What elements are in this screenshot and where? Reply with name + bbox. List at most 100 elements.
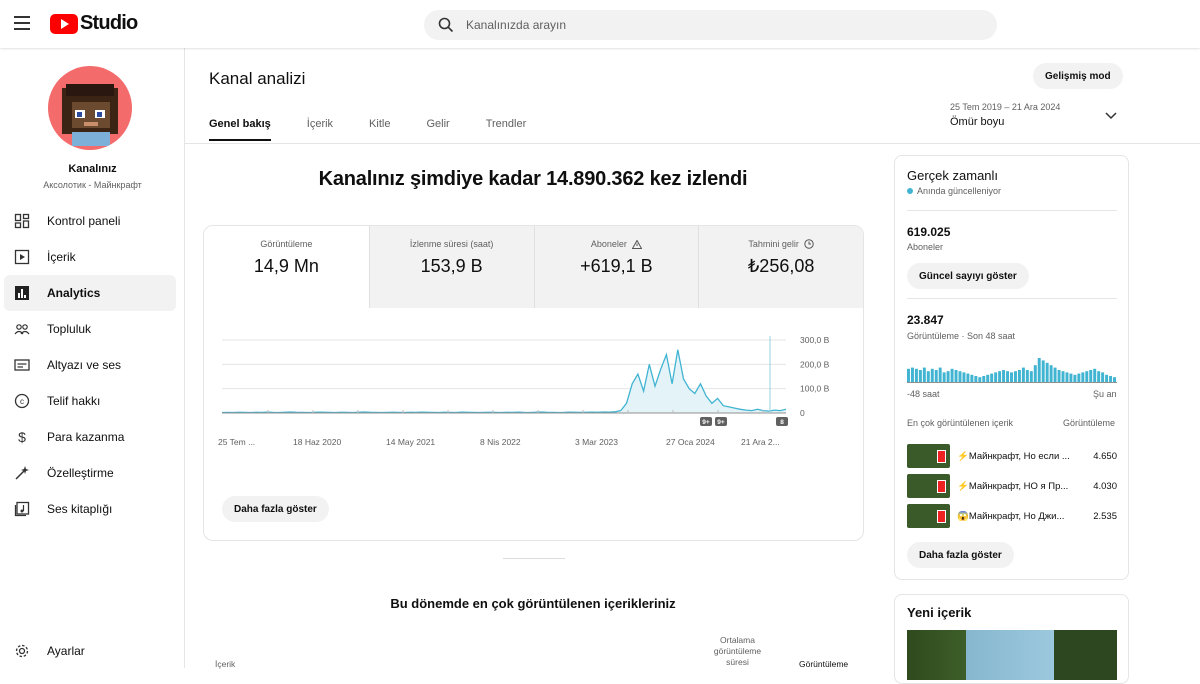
sidebar-item-label: Özelleştirme [47,466,114,480]
new-content-thumbnail[interactable] [907,630,1117,680]
sidebar-item-community[interactable]: Topluluk [4,311,176,347]
realtime-subscribers: 619.025 [907,225,951,239]
sidebar-item-earn[interactable]: $ Para kazanma [4,419,176,455]
y-tick-label: 200,0 B [800,359,830,369]
sidebar-item-label: Ses kitaplığı [47,502,113,516]
video-thumbnail [907,504,950,528]
x-tick-label: 14 May 2021 [386,437,435,447]
section-divider [503,558,565,559]
audio-library-icon [14,501,30,517]
realtime-bar-chart [907,358,1117,383]
realtime-show-more-button[interactable]: Daha fazla göster [907,542,1014,568]
realtime-bar [1041,360,1045,382]
live-dot-icon [907,188,913,194]
realtime-bar [934,370,938,382]
views-label: Görüntüleme · Son 48 saat [907,331,1016,341]
channel-avatar[interactable] [48,66,132,150]
realtime-bar [907,368,910,382]
search-icon [438,17,454,33]
dollar-icon: $ [18,429,26,445]
tab-trends[interactable]: Trendler [486,118,527,141]
top-video-row[interactable]: ⚡Майнкрафт, Но если ... 4.650 [907,443,1117,469]
sidebar-nav: Kontrol paneli İçerik Analytics Topluluk… [4,203,176,527]
sidebar-item-label: Telif hakkı [47,394,101,408]
show-more-button[interactable]: Daha fazla göster [222,496,329,522]
tab-revenue[interactable]: Gelir [426,118,449,141]
sidebar: Kanalınız Аксолотик - Майнкрафт Kontrol … [0,48,185,668]
tab-overview[interactable]: Genel bakış [209,118,271,141]
top-bar: Studio [0,0,1200,48]
realtime-bar [1089,370,1093,382]
advanced-mode-button[interactable]: Gelişmiş mod [1033,63,1123,89]
realtime-bar [1105,374,1109,382]
realtime-bar [954,370,958,382]
sidebar-item-customization[interactable]: Özelleştirme [4,455,176,491]
main-content: Kanal analizi Gelişmiş mod Genel bakış İ… [185,48,1200,684]
sidebar-item-subtitles[interactable]: Altyazı ve ses [4,347,176,383]
date-range-text: 25 Tem 2019 – 21 Ara 2024 [950,102,1061,112]
realtime-bar [1053,367,1057,382]
realtime-bar [946,371,950,382]
realtime-bar [922,367,926,382]
top-video-row[interactable]: ⚡Майнкрафт, НО я Пр... 4.030 [907,473,1117,499]
sidebar-item-analytics[interactable]: Analytics [4,275,176,311]
metric-value: +619,1 B [580,256,653,276]
tab-content[interactable]: İçerik [307,118,333,141]
video-thumbnail [907,444,950,468]
x-tick-label: 8 Nis 2022 [480,437,521,447]
views-line-chart: 300,0 B 200,0 B 100,0 B 0 9+ 9+ 8 25 Tem ... 18 … [218,336,830,447]
sidebar-item-label: Kontrol paneli [47,214,121,228]
x-tick-label: 18 Haz 2020 [293,437,341,447]
show-live-count-button[interactable]: Güncel sayıyı göster [907,263,1029,289]
studio-logo[interactable]: Studio [50,12,138,35]
svg-text:$: $ [18,429,26,445]
date-range-picker[interactable]: 25 Tem 2019 – 21 Ara 2024 Ömür boyu [950,102,1120,128]
realtime-bar [1029,371,1033,382]
realtime-bar [1109,376,1113,382]
realtime-bar [986,374,990,382]
sidebar-item-copyright[interactable]: c Telif hakkı [4,383,176,419]
channel-subtitle: Аксолотик - Майнкрафт [43,180,142,190]
logo-text: Studio [80,12,138,34]
menu-icon[interactable] [14,16,30,30]
x-tick-label: 27 Oca 2024 [666,437,715,447]
realtime-bar [1113,377,1116,382]
realtime-bar [938,367,942,382]
page-title: Kanal analizi [209,69,306,88]
magic-wand-icon [15,466,29,480]
metric-watch-time[interactable]: İzlenme süresi (saat) 153,9 B [368,226,534,308]
realtime-bar [1085,371,1089,382]
realtime-bar [1077,373,1081,382]
search-bar[interactable] [424,10,997,40]
chevron-down-icon [1105,112,1117,120]
top-video-row[interactable]: 😱Майнкрафт, Но Джи... 2.535 [907,503,1117,529]
realtime-bar [970,374,974,382]
realtime-bar [1069,373,1073,382]
realtime-bar [1025,370,1029,382]
realtime-subtitle: Anında güncelleniyor [917,186,1002,196]
realtime-bar [1101,372,1105,382]
analytics-icon [15,286,29,300]
metric-revenue[interactable]: Tahmini gelir ₺256,08 [698,226,863,308]
realtime-bar [982,376,986,382]
overview-card: Görüntüleme 14,9 Mn İzlenme süresi (saat… [203,225,864,541]
video-views: 4.030 [1093,480,1117,492]
sidebar-item-label: Topluluk [47,322,92,336]
metric-label: Görüntüleme [260,239,313,249]
realtime-bar [1049,365,1053,382]
metric-views[interactable]: Görüntüleme 14,9 Mn [204,226,369,308]
warning-icon [631,239,642,249]
metric-label: İzlenme süresi (saat) [409,239,494,249]
sidebar-item-audio-library[interactable]: Ses kitaplığı [4,491,176,527]
realtime-bar [1045,362,1049,382]
metric-subscribers[interactable]: Aboneler +619,1 B [533,226,699,308]
sidebar-item-dashboard[interactable]: Kontrol paneli [4,203,176,239]
search-input[interactable] [466,18,946,32]
sidebar-item-content[interactable]: İçerik [4,239,176,275]
sidebar-item-label: Para kazanma [47,430,125,444]
gear-icon [15,644,29,658]
sidebar-item-settings[interactable]: Ayarlar [4,633,176,669]
event-marker-label: 9+ [717,419,725,426]
realtime-bar [1061,371,1065,382]
tab-audience[interactable]: Kitle [369,118,390,141]
